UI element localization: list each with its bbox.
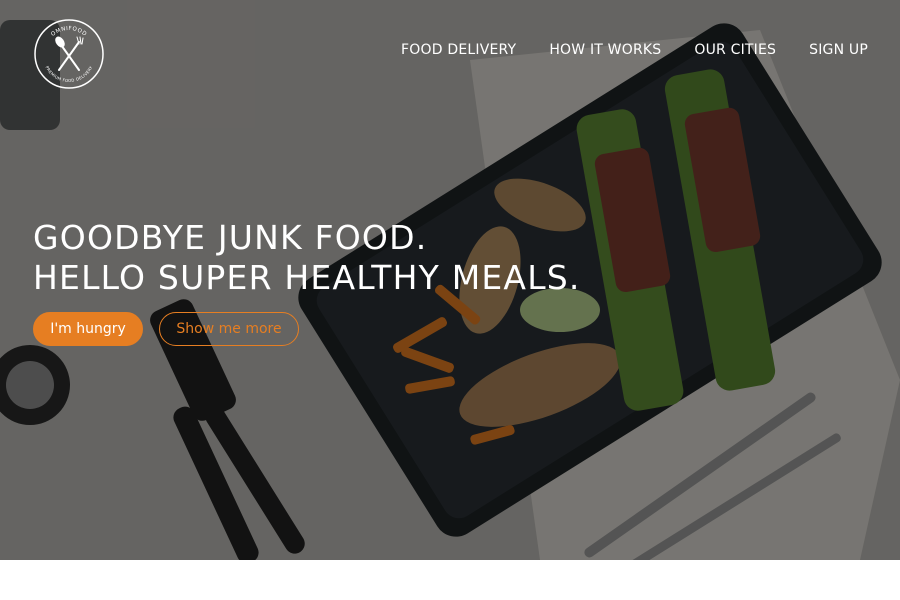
show-me-more-button[interactable]: Show me more <box>159 312 299 346</box>
page-below-hero <box>0 560 900 600</box>
fork-and-spoon-icon <box>55 36 84 71</box>
hero-headline-line2: HELLO SUPER HEALTHY MEALS. <box>33 258 581 297</box>
svg-text:OMNIFOOD: OMNIFOOD <box>50 26 88 38</box>
nav-our-cities[interactable]: OUR CITIES <box>694 40 776 60</box>
nav-sign-up[interactable]: SIGN UP <box>809 40 868 60</box>
omnifood-logo[interactable]: OMNIFOOD PREMIUM FOOD DELIVERY <box>33 18 105 90</box>
logo-top-text: OMNIFOOD <box>50 26 87 38</box>
im-hungry-button[interactable]: I'm hungry <box>33 312 143 346</box>
hero-section: OMNIFOOD PREMIUM FOOD DELIVERY FOOD DELI… <box>0 0 900 560</box>
nav-food-delivery[interactable]: FOOD DELIVERY <box>401 40 516 60</box>
hero-headline: GOODBYE JUNK FOOD. HELLO SUPER HEALTHY M… <box>33 218 581 298</box>
nav-how-it-works[interactable]: HOW IT WORKS <box>549 40 661 60</box>
hero-headline-line1: GOODBYE JUNK FOOD. <box>33 218 428 257</box>
main-navigation: FOOD DELIVERY HOW IT WORKS OUR CITIES SI… <box>401 40 868 60</box>
logo-bottom-text: PREMIUM FOOD DELIVERY <box>44 65 93 83</box>
svg-text:PREMIUM FOOD DELIVERY: PREMIUM FOOD DELIVERY <box>44 65 93 83</box>
